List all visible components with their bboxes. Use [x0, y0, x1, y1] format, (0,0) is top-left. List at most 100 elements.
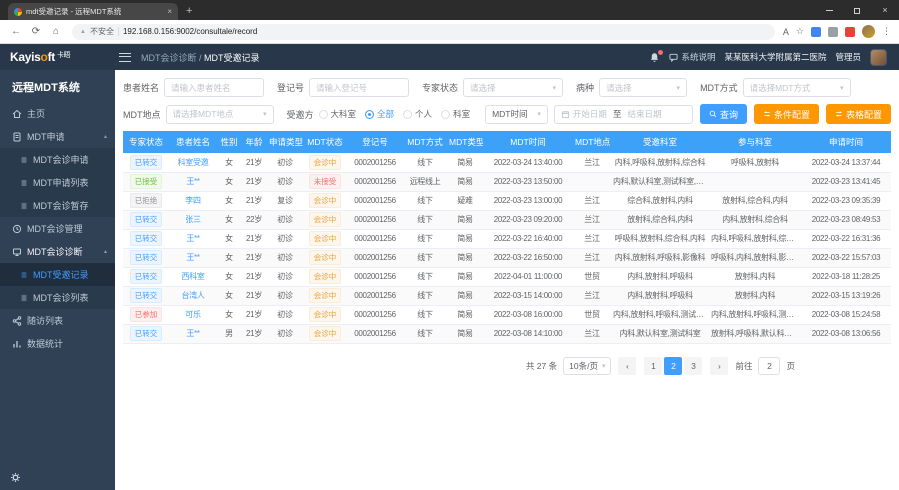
date-range-picker[interactable]: 开始日期 至 结束日期: [554, 105, 693, 124]
condition-config-button[interactable]: 条件配置: [754, 104, 819, 124]
filter-mdt-mode: MDT方式 请选择MDT方式 ▾: [700, 78, 851, 97]
radio-dept[interactable]: 科室: [441, 108, 470, 120]
list-icon: [20, 294, 28, 302]
patient-name-input[interactable]: [164, 78, 264, 97]
translate-icon[interactable]: A: [783, 27, 789, 37]
mdt-status-badge: 会诊中: [309, 288, 342, 303]
app-header: Kayisoft卡晤 MDT会诊诊断 / MDT受邀记录 系统说明 某某医科大学…: [0, 44, 899, 70]
back-icon[interactable]: ←: [8, 26, 24, 37]
table-row[interactable]: 已拒绝李四女21岁复诊会诊中0002001256线下疑难2022-03-23 1…: [123, 191, 891, 210]
radio-all[interactable]: 全部: [365, 108, 394, 120]
column-header: MDT方式: [403, 131, 447, 153]
sidebar-item-mdt-diagnosis[interactable]: MDT会诊诊断 ▴: [0, 240, 115, 263]
sidebar-item-followup-list[interactable]: 随访列表: [0, 309, 115, 332]
table-row[interactable]: 已转交西科室女21岁初诊会诊中0002001256线下简易2022-04-01 …: [123, 267, 891, 286]
tab-close-icon[interactable]: ×: [167, 7, 172, 16]
column-header: 受邀科室: [611, 131, 709, 153]
notification-bell-icon[interactable]: [649, 52, 660, 63]
mdt-status-badge: 会诊中: [309, 269, 342, 284]
close-window-button[interactable]: ×: [871, 0, 899, 20]
extension-icon[interactable]: [828, 27, 838, 37]
mdt-status-badge: 会诊中: [309, 307, 342, 322]
goto-page-input[interactable]: [758, 357, 780, 375]
reload-icon[interactable]: ⟳: [28, 26, 44, 37]
sidebar-item-mdt-manage[interactable]: MDT会诊管理: [0, 217, 115, 240]
register-no-input[interactable]: [309, 78, 409, 97]
patient-name-link[interactable]: 科室受邀: [178, 158, 209, 167]
url-bar[interactable]: ▲ 不安全 192.168.0.156:9002/consultale/reco…: [72, 24, 775, 40]
filter-register-no: 登记号: [277, 78, 409, 97]
browser-tab[interactable]: mdt受邀记录 - 远程MDT系统 ×: [8, 3, 178, 20]
extension-icon[interactable]: [811, 27, 821, 37]
sidebar-item-home[interactable]: 主页: [0, 102, 115, 125]
sidebar-item-mdt-apply[interactable]: MDT申请 ▴: [0, 125, 115, 148]
patient-name-link[interactable]: 张三: [185, 215, 200, 224]
table-row[interactable]: 已参加可乐女21岁初诊会诊中0002001256线下简易2022-03-08 1…: [123, 305, 891, 324]
mdt-status-badge: 会诊中: [309, 326, 342, 341]
chevron-down-icon: ▾: [263, 110, 267, 118]
search-button[interactable]: 查询: [700, 104, 747, 124]
mdt-mode-select[interactable]: 请选择MDT方式 ▾: [743, 78, 851, 97]
breadcrumb-parent[interactable]: MDT会诊诊断: [141, 53, 197, 63]
radio-big-dept[interactable]: 大科室: [319, 108, 357, 120]
expert-status-badge: 已转交: [130, 269, 163, 284]
table-row[interactable]: 已转交王**女21岁初诊会诊中0002001256线下简易2022-03-22 …: [123, 248, 891, 267]
radio-icon: [403, 110, 412, 119]
mdt-time-field-select[interactable]: MDT时间 ▾: [485, 105, 548, 124]
next-page-button[interactable]: ›: [710, 357, 728, 375]
browser-profile-avatar[interactable]: [862, 25, 875, 38]
table-row[interactable]: 已转交王**男21岁初诊会诊中0002001256线下简易2022-03-08 …: [123, 324, 891, 343]
sidebar-item-statistics[interactable]: 数据统计: [0, 332, 115, 355]
user-avatar[interactable]: [870, 49, 887, 66]
patient-name-link[interactable]: 李四: [185, 196, 200, 205]
bookmark-star-icon[interactable]: ☆: [796, 26, 804, 37]
page-button-2[interactable]: 2: [664, 357, 682, 375]
mdt-status-badge: 会诊中: [309, 250, 342, 265]
table-config-button[interactable]: 表格配置: [826, 104, 891, 124]
sidebar-item-mdt-consult-list[interactable]: MDT会诊列表: [0, 286, 115, 309]
system-note-button[interactable]: 系统说明: [669, 51, 715, 63]
select-placeholder: 请选择: [606, 82, 673, 94]
sidebar-item-mdt-draft[interactable]: MDT会诊暂存: [0, 194, 115, 217]
window-controls: ×: [815, 0, 899, 20]
table-row[interactable]: 已转交王**女21岁初诊会诊中0002001256线下简易2022-03-22 …: [123, 229, 891, 248]
patient-name-link[interactable]: 王**: [186, 234, 199, 243]
security-warning-icon[interactable]: ▲: [80, 29, 86, 35]
table-row[interactable]: 已接受王**女21岁初诊未接受0002001256远程线上简易2022-03-2…: [123, 172, 891, 191]
radio-personal[interactable]: 个人: [403, 108, 432, 120]
url-divider: [118, 27, 119, 36]
patient-name-link[interactable]: 王**: [186, 253, 199, 262]
prev-page-button[interactable]: ‹: [618, 357, 636, 375]
button-label: 条件配置: [774, 108, 810, 121]
patient-name-link[interactable]: 台湾人: [181, 291, 204, 300]
maximize-button[interactable]: [843, 0, 871, 20]
mdt-place-select[interactable]: 请选择MDT地点 ▾: [166, 105, 274, 124]
browser-menu-icon[interactable]: ⋮: [882, 26, 891, 37]
table-row[interactable]: 已转交台湾人女21岁初诊会诊中0002001256线下简易2022-03-15 …: [123, 286, 891, 305]
url-text[interactable]: 192.168.0.156:9002/consultale/record: [123, 27, 257, 36]
home-icon[interactable]: ⌂: [48, 26, 64, 37]
hamburger-menu-icon[interactable]: [119, 53, 131, 62]
pagination: 共 27 条 10条/页 ▾ ‹ 123 › 前往 页: [123, 357, 891, 375]
expert-status-select[interactable]: 请选择 ▾: [463, 78, 563, 97]
patient-name-link[interactable]: 王**: [186, 177, 199, 186]
patient-name-link[interactable]: 西科室: [181, 272, 204, 281]
field-label: 病种: [576, 81, 594, 94]
sidebar-item-mdt-invite-records[interactable]: MDT受邀记录: [0, 263, 115, 286]
patient-name-link[interactable]: 可乐: [185, 310, 200, 319]
extension-icon[interactable]: [845, 27, 855, 37]
page-size-select[interactable]: 10条/页 ▾: [563, 357, 611, 375]
minimize-button[interactable]: [815, 0, 843, 20]
table-row[interactable]: 已转交科室受邀女21岁初诊会诊中0002001256线下简易2022-03-24…: [123, 153, 891, 172]
user-role[interactable]: 管理员: [835, 51, 861, 63]
page-button-1[interactable]: 1: [644, 357, 662, 375]
table-row[interactable]: 已转交张三女22岁初诊会诊中0002001256线下简易2022-03-23 0…: [123, 210, 891, 229]
security-warning-label[interactable]: 不安全: [90, 26, 114, 37]
settings-gear-icon[interactable]: [10, 472, 21, 483]
sidebar-item-mdt-apply-list[interactable]: MDT申请列表: [0, 171, 115, 194]
sidebar-item-mdt-consult-apply[interactable]: MDT会诊申请: [0, 148, 115, 171]
page-button-3[interactable]: 3: [684, 357, 702, 375]
new-tab-button[interactable]: +: [186, 6, 192, 17]
patient-name-link[interactable]: 王**: [186, 329, 199, 338]
disease-select[interactable]: 请选择 ▾: [599, 78, 687, 97]
